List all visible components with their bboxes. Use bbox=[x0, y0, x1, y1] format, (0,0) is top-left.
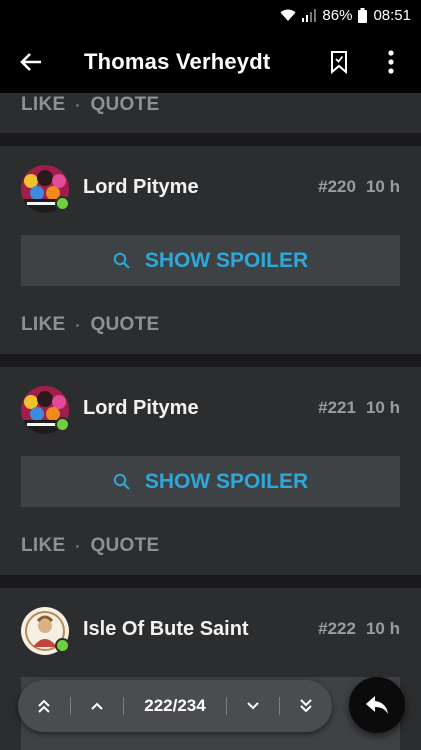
reply-icon bbox=[366, 696, 388, 714]
action-separator: · bbox=[75, 97, 81, 113]
author-name[interactable]: Lord Pityme bbox=[83, 397, 199, 420]
last-page-button[interactable] bbox=[280, 680, 332, 732]
search-icon bbox=[113, 473, 130, 490]
post-actions: LIKE · QUOTE bbox=[21, 313, 160, 337]
quote-button[interactable]: QUOTE bbox=[90, 314, 159, 336]
post-header: Lord Pityme #220 10 h bbox=[0, 162, 421, 216]
wifi-icon bbox=[280, 9, 296, 21]
first-page-button[interactable] bbox=[18, 680, 70, 732]
post-card-previous: LIKE · QUOTE bbox=[0, 93, 421, 133]
post-time: 10 h bbox=[365, 177, 400, 196]
signal-icon bbox=[302, 8, 317, 22]
page-count[interactable]: 222/234 bbox=[124, 696, 226, 716]
page-title: Thomas Verheydt bbox=[84, 48, 271, 74]
like-button[interactable]: LIKE bbox=[21, 314, 65, 336]
post-meta: #222 10 h bbox=[318, 619, 400, 639]
post-card: Lord Pityme #221 10 h SHOW SPOILER LIKE ·… bbox=[0, 367, 421, 575]
more-vert-icon bbox=[388, 49, 394, 74]
bookmark-button[interactable] bbox=[313, 30, 365, 93]
post-time: 10 h bbox=[365, 398, 400, 417]
card-divider bbox=[0, 354, 421, 367]
author-name[interactable]: Lord Pityme bbox=[83, 176, 199, 199]
chevron-up-icon bbox=[91, 702, 103, 710]
status-bar: 86% 08:51 bbox=[0, 0, 421, 30]
post-meta: #221 10 h bbox=[318, 398, 400, 418]
show-spoiler-button[interactable]: SHOW SPOILER bbox=[21, 235, 400, 286]
battery-percent: 86% bbox=[322, 6, 353, 24]
post-card: Lord Pityme #220 10 h SHOW SPOILER LIKE ·… bbox=[0, 146, 421, 354]
card-divider bbox=[0, 133, 421, 146]
author-name[interactable]: Isle Of Bute Saint bbox=[83, 618, 249, 641]
quote-button[interactable]: QUOTE bbox=[90, 535, 159, 557]
back-arrow-icon bbox=[20, 52, 41, 71]
battery-icon bbox=[358, 7, 368, 23]
post-header: Lord Pityme #221 10 h bbox=[0, 383, 421, 437]
more-options-button[interactable] bbox=[365, 30, 417, 93]
quote-button[interactable]: QUOTE bbox=[90, 94, 159, 116]
card-divider bbox=[0, 575, 421, 588]
spoiler-label: SHOW SPOILER bbox=[144, 248, 309, 272]
like-button[interactable]: LIKE bbox=[21, 535, 65, 557]
post-meta: #220 10 h bbox=[318, 177, 400, 197]
reply-button[interactable] bbox=[349, 677, 405, 733]
previous-page-button[interactable] bbox=[71, 680, 123, 732]
show-spoiler-button[interactable]: SHOW SPOILER bbox=[21, 456, 400, 507]
action-separator: · bbox=[75, 317, 81, 333]
page-navigator: 222/234 bbox=[18, 680, 332, 732]
online-indicator bbox=[55, 196, 70, 211]
avatar[interactable] bbox=[21, 165, 70, 213]
post-time: 10 h bbox=[365, 619, 400, 638]
double-chevron-down-icon bbox=[300, 699, 312, 713]
post-actions: LIKE · QUOTE bbox=[21, 93, 160, 117]
online-indicator bbox=[55, 638, 70, 653]
post-number[interactable]: #221 bbox=[318, 398, 356, 417]
back-button[interactable] bbox=[0, 30, 62, 93]
search-icon bbox=[113, 252, 130, 269]
next-page-button[interactable] bbox=[227, 680, 279, 732]
clock: 08:51 bbox=[373, 6, 411, 24]
like-button[interactable]: LIKE bbox=[21, 94, 65, 116]
chevron-down-icon bbox=[247, 702, 259, 710]
bookmark-icon bbox=[331, 50, 347, 74]
avatar[interactable] bbox=[21, 386, 70, 434]
post-number[interactable]: #222 bbox=[318, 619, 356, 638]
app-bar: Thomas Verheydt bbox=[0, 30, 421, 93]
online-indicator bbox=[55, 417, 70, 432]
post-number[interactable]: #220 bbox=[318, 177, 356, 196]
action-separator: · bbox=[75, 538, 81, 554]
spoiler-label: SHOW SPOILER bbox=[144, 469, 309, 493]
double-chevron-up-icon bbox=[38, 699, 50, 713]
avatar[interactable] bbox=[21, 607, 70, 655]
post-header: Isle Of Bute Saint #222 10 h bbox=[0, 604, 421, 658]
post-actions: LIKE · QUOTE bbox=[21, 534, 160, 558]
